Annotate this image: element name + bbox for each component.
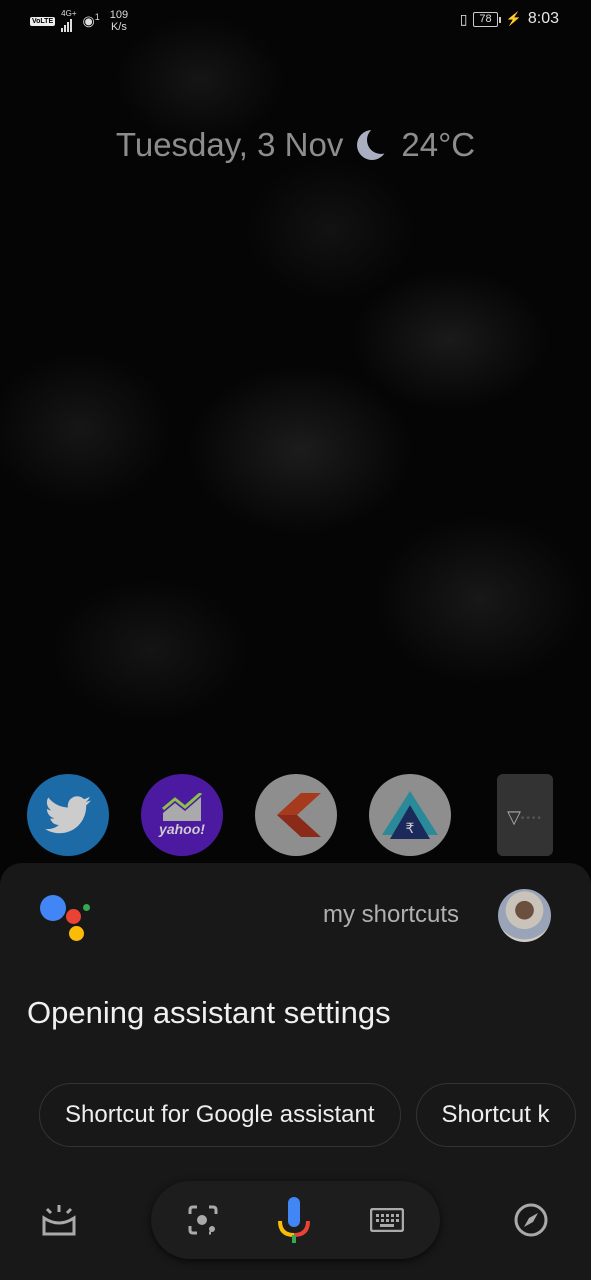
keyboard-icon[interactable]	[369, 1205, 405, 1235]
hotspot-icon: ◉1	[82, 12, 100, 29]
status-bar: VoLTE 4G+ ◉1 109 K/s ▯ 78 ⚡ 8:03	[0, 0, 591, 42]
charging-icon: ⚡	[505, 11, 522, 26]
kite-app[interactable]	[255, 774, 337, 856]
downloader-app[interactable]: ▽ ••••	[497, 774, 553, 856]
temperature-label: 24°C	[401, 126, 476, 163]
avatar[interactable]	[498, 889, 551, 942]
chart-icon	[162, 793, 202, 821]
app-dock: yahoo! ₹ ▽ ••••	[0, 774, 591, 858]
moon-icon	[357, 126, 396, 160]
yahoo-finance-app[interactable]: yahoo!	[141, 774, 223, 856]
user-query[interactable]: my shortcuts	[323, 901, 459, 929]
explore-icon[interactable]	[513, 1202, 549, 1238]
date-weather-widget[interactable]: Tuesday, 3 Nov 24°C	[0, 126, 591, 164]
mic-icon[interactable]	[276, 1195, 312, 1245]
assistant-bottom-bar	[0, 1181, 591, 1261]
lens-icon[interactable]	[186, 1203, 220, 1237]
kite-icon	[277, 793, 321, 837]
twitter-app[interactable]	[27, 774, 109, 856]
download-icon: ▽	[507, 806, 521, 827]
assistant-response: Opening assistant settings	[27, 995, 391, 1030]
clock: 8:03	[527, 10, 559, 27]
suggestion-chip[interactable]: Shortcut k	[415, 1083, 576, 1147]
google-assistant-logo	[40, 895, 100, 945]
banking-app[interactable]: ₹	[369, 774, 451, 856]
yahoo-label: yahoo!	[159, 821, 205, 837]
updates-icon[interactable]	[40, 1201, 78, 1239]
rupee-icon: ₹	[382, 791, 438, 839]
assistant-sheet: my shortcuts Opening assistant settings …	[0, 863, 591, 1280]
network-speed: 109 K/s	[109, 9, 129, 33]
battery-icon: 78	[473, 11, 501, 27]
suggestion-chips: Shortcut for Google assistant Shortcut k	[39, 1083, 591, 1147]
signal-icon: 4G+	[61, 10, 76, 32]
suggestion-chip[interactable]: Shortcut for Google assistant	[39, 1083, 401, 1147]
vibrate-icon: ▯	[459, 10, 468, 27]
date-label: Tuesday, 3 Nov	[115, 126, 344, 163]
volte-icon: VoLTE	[30, 16, 56, 26]
twitter-icon	[45, 796, 91, 834]
svg-text:₹: ₹	[406, 821, 415, 837]
